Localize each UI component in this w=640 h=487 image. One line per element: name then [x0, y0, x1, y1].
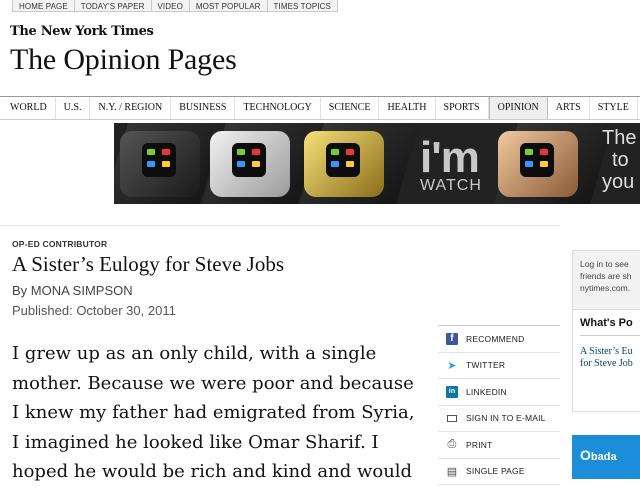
print-button[interactable]: ⎙ PRINT: [438, 432, 560, 459]
twitter-button[interactable]: ➤ TWITTER: [438, 353, 560, 379]
watch-image: [304, 131, 384, 197]
section-nav: WORLD U.S. N.Y. / REGION BUSINESS TECHNO…: [0, 96, 640, 120]
whats-popular-heading: What's Po: [580, 317, 633, 329]
divider: [580, 335, 640, 336]
section-opinion[interactable]: OPINION: [488, 97, 548, 119]
section-arts[interactable]: ARTS: [548, 97, 590, 119]
whats-popular-panel: What's Po A Sister’s Eu for Steve Job: [572, 310, 640, 412]
watch-image: [120, 131, 200, 197]
sidebar-ad[interactable]: Obada: [572, 435, 640, 479]
article-line: hoped he would be rich and kind and woul…: [12, 461, 413, 482]
watch-image: [210, 131, 290, 197]
section-sports[interactable]: SPORTS: [436, 97, 489, 119]
ad-banner[interactable]: i'm WATCH The to you: [114, 123, 640, 204]
ad-brand-text: i'm: [420, 133, 480, 182]
nav-times-topics[interactable]: TIMES TOPICS: [267, 0, 338, 12]
email-button[interactable]: SIGN IN TO E-MAIL: [438, 406, 560, 432]
nav-home-page[interactable]: HOME PAGE: [12, 0, 75, 12]
nav-todays-paper[interactable]: TODAY'S PAPER: [74, 0, 152, 12]
article-line: I knew my father had emigrated from Syri…: [12, 402, 415, 423]
twitter-icon: ➤: [447, 359, 457, 372]
top-nav: HOME PAGE TODAY'S PAPER VIDEO MOST POPUL…: [12, 0, 338, 12]
section-business[interactable]: BUSINESS: [171, 97, 236, 119]
article-line: mother. Because we were poor and because: [12, 372, 414, 394]
recommend-button[interactable]: f RECOMMEND: [438, 326, 560, 353]
article-published-date: Published: October 30, 2011: [12, 303, 176, 318]
print-icon: ⎙: [447, 438, 457, 451]
nav-video[interactable]: VIDEO: [151, 0, 190, 12]
article-byline: By MONA SIMPSON: [12, 283, 133, 298]
single-page-button[interactable]: ▤ SINGLE PAGE: [438, 459, 560, 485]
section-technology[interactable]: TECHNOLOGY: [235, 97, 321, 119]
ad-side-text: The to you: [602, 127, 637, 193]
article-headline: A Sister’s Eulogy for Steve Jobs: [12, 252, 285, 276]
social-login-box[interactable]: Log in to see friends are sh nytimes.com…: [572, 250, 640, 310]
facebook-icon: f: [446, 332, 458, 345]
article-line: I grew up as an only child, with a singl…: [12, 343, 377, 364]
mail-icon: [447, 414, 457, 422]
popular-link[interactable]: A Sister’s Eu for Steve Job: [580, 346, 640, 370]
linkedin-icon: in: [446, 385, 458, 398]
section-science[interactable]: SCIENCE: [321, 97, 380, 119]
article-tools: f RECOMMEND ➤ TWITTER in LINKEDIN SIGN I…: [438, 325, 560, 485]
ad-brand-subtext: WATCH: [420, 177, 482, 194]
linkedin-button[interactable]: in LINKEDIN: [438, 379, 560, 406]
watch-image: [498, 131, 578, 197]
article-line: I imagined he looked like Omar Sharif. I: [12, 431, 379, 453]
nyt-logo[interactable]: The New York Times: [10, 24, 154, 39]
article-body: I grew up as an only child, with a singl…: [12, 339, 436, 487]
divider: [0, 225, 560, 226]
section-world[interactable]: WORLD: [0, 97, 56, 119]
article-kicker: OP-ED CONTRIBUTOR: [12, 239, 108, 249]
nav-most-popular[interactable]: MOST POPULAR: [189, 0, 268, 12]
section-title[interactable]: The Opinion Pages: [10, 43, 237, 77]
bada-logo: Obada: [580, 447, 617, 463]
section-ny-region[interactable]: N.Y. / REGION: [90, 97, 172, 119]
section-health[interactable]: HEALTH: [379, 97, 436, 119]
section-us[interactable]: U.S.: [56, 97, 91, 119]
section-style[interactable]: STYLE: [590, 97, 638, 119]
page-icon: ▤: [446, 465, 458, 478]
